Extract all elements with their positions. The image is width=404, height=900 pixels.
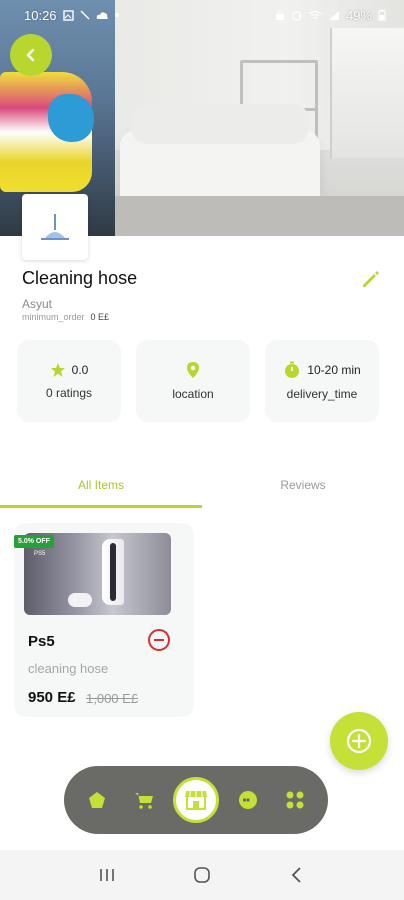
chat-icon [239,791,258,809]
tab-all-items[interactable]: All Items [0,462,202,508]
cover-towel [48,94,94,142]
store-icon [184,791,207,810]
back-system-button[interactable] [282,860,312,890]
recent-apps-icon [100,869,115,881]
minimum-order-label: minimum_order [22,312,85,322]
cart-icon [134,793,153,809]
nav-chat[interactable] [231,783,265,817]
edit-button[interactable] [358,266,384,292]
add-item-button[interactable] [330,712,388,770]
timer-icon [285,361,300,378]
lock-icon [275,10,284,20]
discount-badge: 5.0% OFF [14,535,54,548]
pencil-icon [363,271,379,287]
nav-home[interactable] [80,783,114,817]
controller-shape [68,593,92,607]
recent-apps-button[interactable] [92,860,122,890]
ratings-count: 0 ratings [45,386,93,400]
home-system-button[interactable] [187,860,217,890]
status-time: 10:26 [24,7,57,23]
mute-icon [80,10,90,20]
chevron-left-icon [26,48,35,62]
location-card[interactable]: location [136,340,250,422]
battery-text: 49% [345,7,372,23]
dot-icon [114,13,119,17]
system-navigation-bar [0,850,404,900]
location-pin-icon [187,362,199,378]
product-name: Ps5 [28,633,55,650]
nav-cart[interactable] [127,783,161,817]
delivery-time-card[interactable]: 10-20 min delivery_time [265,340,379,422]
nav-more[interactable] [278,783,312,817]
product-subtitle: cleaning hose [28,661,109,676]
tab-reviews[interactable]: Reviews [202,462,404,508]
cover-sofa [120,104,320,200]
grid-icon [286,791,304,809]
delivery-time-value: 10-20 min [307,363,361,377]
store-tabs: All Items Reviews [0,462,404,508]
product-card[interactable]: PS5 5.0% OFF Ps5 cleaning hose 950 E£ 1,… [14,523,194,717]
store-name: Cleaning hose [22,268,138,288]
home-icon [89,792,106,808]
cloud-icon [96,11,108,19]
star-icon [50,363,65,377]
gallery-icon [62,9,74,21]
ratings-card[interactable]: 0.0 0 ratings [17,340,121,422]
delivery-time-label: delivery_time [286,387,358,401]
status-bar: 10:26 49% [0,0,404,30]
cleaning-logo-icon [41,214,69,240]
plus-circle-icon [346,728,372,754]
rating-value: 0.0 [71,363,89,377]
store-city: Asyut [22,297,53,311]
product-old-price: 1,000 E£ [86,691,139,706]
minus-icon [154,639,164,641]
console-shape [102,539,124,605]
signal-icon [328,10,339,20]
home-circle-icon [194,867,210,883]
wifi-icon [308,10,322,19]
battery-icon [378,9,386,21]
store-logo [22,194,88,260]
back-arrow-icon [291,867,301,883]
minimum-order-value: 0 E£ [90,312,110,322]
minimum-order: minimum_order 0 E£ [22,312,109,322]
cover-window [330,28,404,158]
product-price: 950 E£ [28,689,76,706]
alarm-icon [291,10,302,21]
bottom-navigation [64,766,328,834]
location-label: location [172,387,214,401]
remove-item-button[interactable] [148,629,170,651]
product-image-brand: PS5 [34,551,46,557]
nav-store[interactable] [172,777,219,823]
back-button[interactable] [10,34,52,76]
